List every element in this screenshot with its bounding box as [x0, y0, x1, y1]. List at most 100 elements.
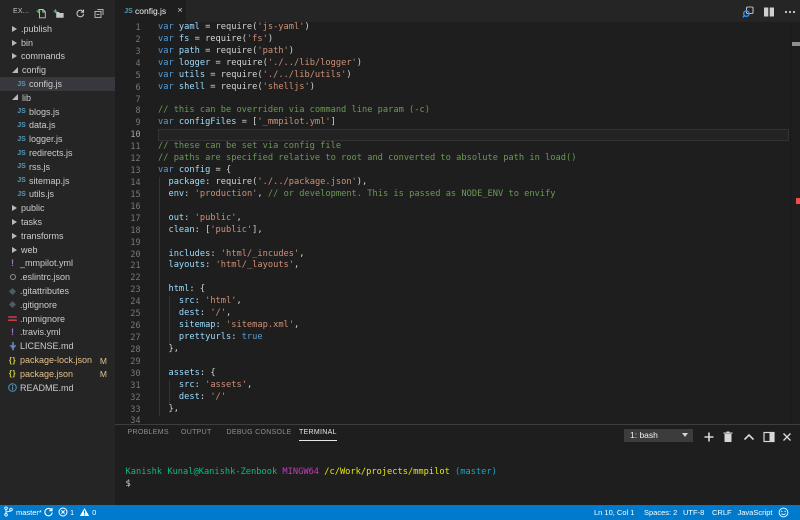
code-line-14[interactable]: 14 package: require('./../package.json')… [115, 177, 800, 189]
code-line-2[interactable]: 2 var fs = require('fs') [115, 34, 800, 46]
code-editor[interactable]: 1 var yaml = require('js-yaml') 2 var fs = … [115, 22, 800, 424]
panel-tab-terminal[interactable]: TERMINAL [299, 429, 337, 441]
code-line-27[interactable]: 27 prettyurls: true [115, 332, 800, 344]
code-line-16[interactable]: 16 [115, 201, 800, 213]
status-language-mode[interactable]: JavaScript [738, 505, 773, 520]
new-terminal-icon[interactable] [703, 430, 715, 442]
code-line-12[interactable]: 12 // paths are specified relative to roo… [115, 153, 800, 165]
code-line-11[interactable]: 11 // these can be set via config file [115, 141, 800, 153]
code-text: prettyurls: true [158, 332, 263, 344]
collapse-all-icon[interactable] [94, 6, 105, 18]
code-line-1[interactable]: 1 var yaml = require('js-yaml') [115, 22, 800, 34]
code-line-5[interactable]: 5 var utils = require('./../lib/utils') [115, 70, 800, 82]
tree-file-LICENSE.md[interactable]: LICENSE.md [0, 339, 115, 353]
git-branch-item[interactable]: master* [4, 505, 42, 520]
tree-file-redirects.js[interactable]: JS redirects.js [0, 146, 115, 160]
tree-folder-tasks[interactable]: tasks [0, 215, 115, 229]
tree-file-.npmignore[interactable]: .npmignore [0, 312, 115, 326]
tree-file-utils.js[interactable]: JS utils.js [0, 188, 115, 202]
close-panel-icon[interactable] [781, 430, 793, 442]
tree-file-.gitattributes[interactable]: .gitattributes [0, 284, 115, 298]
license-file-icon [8, 341, 17, 351]
tree-file-.travis.yml[interactable]: ! .travis.yml [0, 326, 115, 340]
maximize-panel-icon[interactable] [743, 430, 755, 442]
tree-folder-web[interactable]: web [0, 243, 115, 257]
tree-file-logger.js[interactable]: JS logger.js [0, 132, 115, 146]
tree-folder-config[interactable]: config [0, 63, 115, 77]
status-eol[interactable]: CRLF [712, 505, 732, 520]
new-folder-icon[interactable] [53, 6, 64, 18]
tree-folder-.publish[interactable]: .publish [0, 22, 115, 36]
smiley-icon[interactable] [778, 505, 789, 520]
token-d [158, 249, 168, 259]
more-actions-icon[interactable] [784, 5, 796, 17]
code-line-8[interactable]: 8 // this can be overriden via command li… [115, 105, 800, 117]
code-line-31[interactable]: 31 src: 'assets', [115, 380, 800, 392]
panel-tab-debug-console[interactable]: DEBUG CONSOLE [227, 429, 292, 440]
token-id: config [178, 165, 211, 176]
code-line-29[interactable]: 29 [115, 356, 800, 368]
tree-folder-lib[interactable]: lib [0, 91, 115, 105]
tree-file-package-lock.json[interactable]: {} package-lock.json M [0, 353, 115, 367]
warning-icon [79, 507, 92, 519]
code-line-7[interactable]: 7 [115, 94, 800, 106]
tree-folder-bin[interactable]: bin [0, 36, 115, 50]
code-line-23[interactable]: 23 html: { [115, 284, 800, 296]
code-line-13[interactable]: 13 var config = { [115, 165, 800, 177]
code-line-21[interactable]: 21 layouts: 'html/_layouts', [115, 260, 800, 272]
code-line-25[interactable]: 25 dest: '/', [115, 308, 800, 320]
code-line-17[interactable]: 17 out: 'public', [115, 213, 800, 225]
code-line-28[interactable]: 28 }, [115, 344, 800, 356]
terminal-select[interactable]: 1: bash [624, 428, 693, 442]
code-line-26[interactable]: 26 sitemap: 'sitemap.xml', [115, 320, 800, 332]
panel-tab-output[interactable]: OUTPUT [181, 429, 212, 440]
code-line-24[interactable]: 24 src: 'html', [115, 296, 800, 308]
code-line-19[interactable]: 19 [115, 237, 800, 249]
code-line-10[interactable]: 10 [115, 129, 800, 141]
problems-item[interactable]: 1 0 [58, 505, 96, 520]
kill-terminal-icon[interactable] [722, 430, 734, 442]
status-indentation[interactable]: Spaces: 2 [644, 505, 677, 520]
code-line-20[interactable]: 20 includes: 'html/_incudes', [115, 249, 800, 261]
token-id: html [168, 284, 190, 295]
tab-config-js[interactable]: JS config.js × [115, 0, 186, 22]
status-bar: master* 1 0 Ln 10, Col 1 Spaces: 2 UTF-8 CR… [0, 505, 800, 520]
open-changes-icon[interactable] [742, 5, 754, 18]
tree-file-blogs.js[interactable]: JS blogs.js [0, 105, 115, 119]
refresh-icon[interactable] [75, 6, 86, 18]
bottom-panel: PROBLEMS OUTPUT DEBUG CONSOLE TERMINAL 1: b… [115, 423, 800, 505]
sync-icon[interactable] [43, 505, 54, 520]
code-line-6[interactable]: 6 var shell = require('shelljs') [115, 82, 800, 94]
tree-file-.eslintrc.json[interactable]: .eslintrc.json [0, 270, 115, 284]
warning-count: 0 [92, 508, 97, 517]
status-cursor-position[interactable]: Ln 10, Col 1 [594, 505, 634, 520]
code-line-30[interactable]: 30 assets: { [115, 368, 800, 380]
code-line-3[interactable]: 3 var path = require('path') [115, 46, 800, 58]
tree-file-sitemap.js[interactable]: JS sitemap.js [0, 174, 115, 188]
code-line-22[interactable]: 22 [115, 272, 800, 284]
code-line-4[interactable]: 4 var logger = require('./../lib/logger') [115, 58, 800, 70]
code-line-32[interactable]: 32 dest: '/' [115, 392, 800, 404]
code-line-15[interactable]: 15 env: 'production', // or development.… [115, 189, 800, 201]
tree-file-data.js[interactable]: JS data.js [0, 119, 115, 133]
tree-file-package.json[interactable]: {} package.json M [0, 367, 115, 381]
tree-file-.gitignore[interactable]: .gitignore [0, 298, 115, 312]
code-line-18[interactable]: 18 clean: ['public'], [115, 225, 800, 237]
twistie-collapsed-icon [12, 205, 17, 212]
code-line-33[interactable]: 33 }, [115, 404, 800, 416]
status-encoding[interactable]: UTF-8 [683, 505, 704, 520]
split-editor-icon[interactable] [763, 5, 775, 17]
tab-close-icon[interactable]: × [174, 0, 186, 22]
tree-file-README.md[interactable]: README.md [0, 381, 115, 395]
move-panel-icon[interactable] [763, 430, 775, 442]
code-line-34[interactable]: 34 [115, 415, 800, 423]
tree-folder-commands[interactable]: commands [0, 50, 115, 64]
tree-file-config.js[interactable]: JS config.js [0, 77, 115, 91]
tree-folder-transforms[interactable]: transforms [0, 229, 115, 243]
panel-tab-problems[interactable]: PROBLEMS [128, 429, 169, 440]
tree-folder-public[interactable]: public [0, 201, 115, 215]
tree-file-_mmpilot.yml[interactable]: ! _mmpilot.yml [0, 257, 115, 271]
tree-file-rss.js[interactable]: JS rss.js [0, 160, 115, 174]
code-line-9[interactable]: 9 var configFiles = ['_mmpilot.yml'] [115, 117, 800, 129]
new-file-icon[interactable] [36, 6, 47, 19]
